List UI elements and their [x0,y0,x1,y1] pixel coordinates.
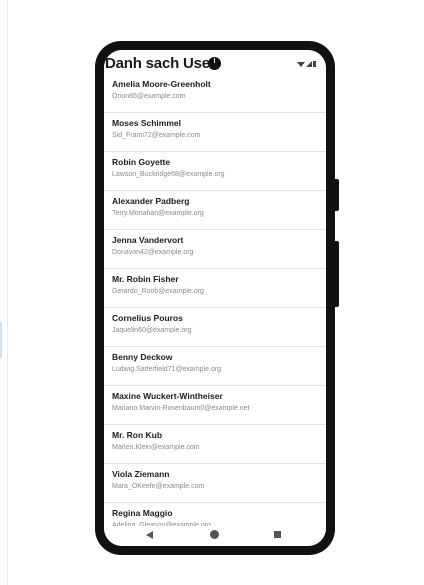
user-name: Alexander Padberg [112,196,190,206]
user-name: Mr. Ron Kub [112,430,163,440]
signal-icon [306,61,312,68]
user-list-item[interactable]: Mr. Ron Kub Marlen.Klein@example.com [104,425,326,464]
user-name: Robin Goyette [112,157,171,167]
user-list-item[interactable]: Viola Ziemann Mara_OKeefe@example.com [104,464,326,503]
page-edge-line [7,0,8,585]
back-icon[interactable] [146,531,153,539]
user-name: Moses Schimmel [112,118,181,128]
home-icon[interactable] [210,530,219,539]
camera-cutout [208,57,221,70]
status-bar: Danh sach User [104,50,326,74]
user-email: Gerardo_Roob@example.org [112,288,204,295]
user-name: Benny Deckow [112,352,173,362]
app-title: Danh sach User [105,55,216,72]
user-list-item[interactable]: Jenna Vandervort Donavon42@example.org [104,230,326,269]
user-name: Jenna Vandervort [112,235,184,245]
user-name: Mr. Robin Fisher [112,274,179,284]
user-email: Donavon42@example.org [112,249,194,256]
user-email: Jaquelin60@example.org [112,327,192,334]
phone-screen: Danh sach User Amelia Moore-Greenholt Ori… [104,50,326,546]
user-email: Sid_Frami72@example.com [112,132,201,139]
left-edge-marker [0,322,2,358]
battery-icon [313,61,316,68]
navigation-bar [104,526,326,546]
user-name: Viola Ziemann [112,469,170,479]
status-icons [297,61,316,68]
user-list-item[interactable]: Cornelius Pouros Jaquelin60@example.org [104,308,326,347]
user-list-item[interactable]: Alexander Padberg Terry.Monahan@example.o… [104,191,326,230]
user-email: Lawson_Buckridge68@example.org [112,171,225,178]
user-email: Ludwig.Satterfield71@example.org [112,366,222,373]
user-email: Terry.Monahan@example.org [112,210,204,217]
user-email: Marlen.Klein@example.com [112,444,200,451]
user-list-item[interactable]: Benny Deckow Ludwig.Satterfield71@example… [104,347,326,386]
user-name: Maxine Wuckert-Wintheiser [112,391,223,401]
user-list-item[interactable]: Amelia Moore-Greenholt Orion85@example.co… [104,74,326,113]
user-list-item[interactable]: Maxine Wuckert-Wintheiser Mariano.Marvin-… [104,386,326,425]
user-list-item[interactable]: Mr. Robin Fisher Gerardo_Roob@example.org [104,269,326,308]
user-list-item[interactable]: Robin Goyette Lawson_Buckridge68@example.… [104,152,326,191]
recents-icon[interactable] [274,531,281,538]
phone-frame: Danh sach User Amelia Moore-Greenholt Ori… [95,41,339,555]
user-name: Regina Maggio [112,508,173,518]
user-list: Amelia Moore-Greenholt Orion85@example.co… [104,74,326,542]
user-email: Mariano.Marvin-Rosenbaum0@example.net [112,405,250,412]
volume-button [335,241,339,307]
user-name: Amelia Moore-Greenholt [112,79,211,89]
user-email: Mara_OKeefe@example.com [112,483,205,490]
wifi-icon [297,61,305,67]
user-email: Orion85@example.com [112,93,186,100]
user-name: Cornelius Pouros [112,313,183,323]
user-list-item[interactable]: Moses Schimmel Sid_Frami72@example.com [104,113,326,152]
power-button [335,179,339,211]
